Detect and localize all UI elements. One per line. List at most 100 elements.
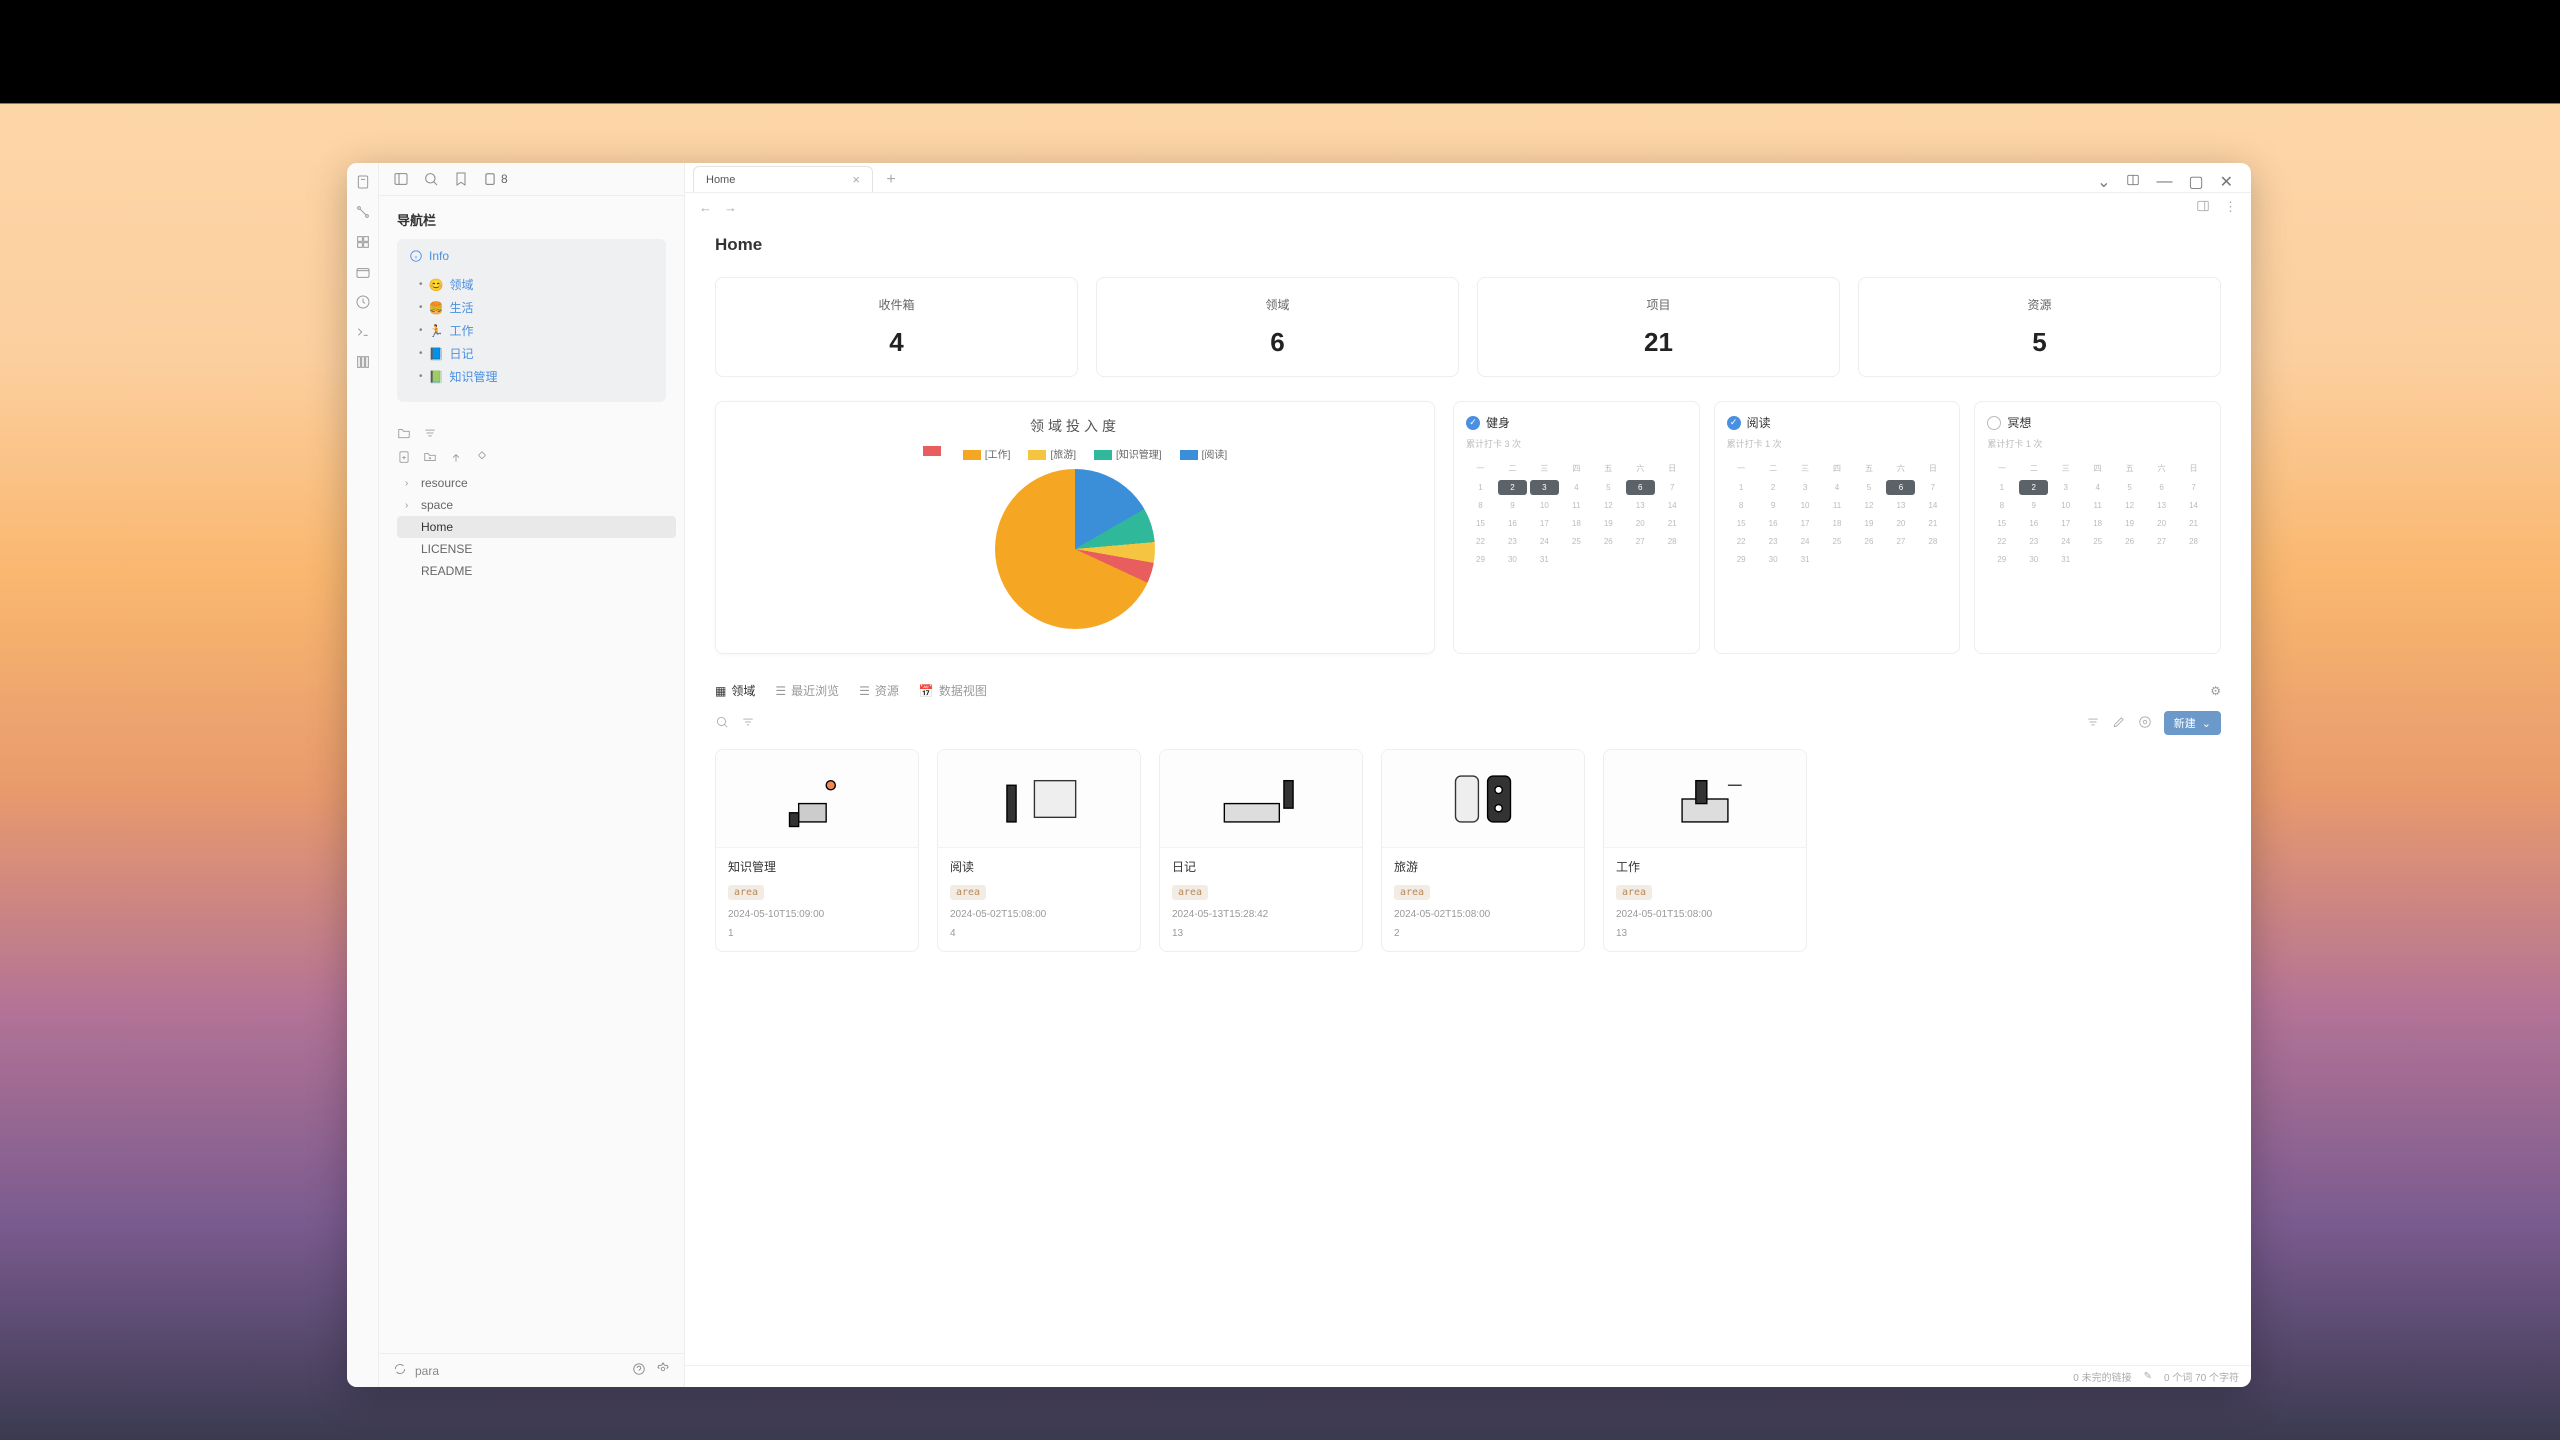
window-maximize-button[interactable]: ▢ (2188, 172, 2203, 192)
nav-item[interactable]: •📘日记 (419, 342, 654, 365)
file-tree: ›resource›spaceHomeLICENSEREADME (379, 472, 684, 582)
legend-item: [知识管理] (1094, 446, 1162, 461)
bookmark-icon[interactable] (453, 171, 469, 187)
view-tab-icon: 📅 (919, 684, 934, 698)
view-settings-icon[interactable]: ⚙ (2210, 684, 2221, 698)
chart-legend: [工作][旅游][知识管理][阅读] (736, 446, 1414, 461)
card-thumb (1382, 750, 1584, 848)
status-edit-icon[interactable]: ✎ (2144, 1371, 2152, 1382)
habit-title: 健身 (1486, 414, 1510, 431)
gallery-edit-icon[interactable] (2112, 715, 2126, 732)
gallery-settings-icon[interactable] (2138, 715, 2152, 732)
nav-item[interactable]: •🏃工作 (419, 319, 654, 342)
nav-forward-icon[interactable]: → (724, 200, 737, 215)
new-file-icon[interactable] (397, 450, 411, 464)
nav-item[interactable]: •🍔生活 (419, 296, 654, 319)
rail-new-doc-icon[interactable] (354, 173, 372, 191)
chevron-down-icon: ⌄ (2202, 717, 2211, 730)
stat-card[interactable]: 项目21 (1477, 277, 1840, 377)
status-links: 0 未完的链接 (2073, 1369, 2131, 1384)
folder-icon[interactable] (397, 426, 411, 440)
outline-icon[interactable] (2196, 199, 2210, 216)
view-tab-icon: ▦ (715, 684, 726, 698)
habit-row: ✓健身累计打卡 3 次一二三四五六日1234567891011121314151… (1453, 401, 2221, 654)
page-title: Home (715, 235, 2221, 255)
card-count: 4 (950, 928, 1128, 939)
nav-title: 导航栏 (397, 210, 666, 229)
nav-item[interactable]: •😊领域 (419, 273, 654, 296)
tab-title: Home (706, 174, 735, 186)
gallery-card[interactable]: 知识管理area2024-05-10T15:09:001 (715, 749, 919, 952)
nav-back-icon[interactable]: ← (699, 200, 712, 215)
file-item[interactable]: README (397, 560, 676, 582)
new-folder-icon[interactable] (423, 450, 437, 464)
folder-item[interactable]: ›resource (397, 472, 676, 494)
chart-card: 领域投入度 [工作][旅游][知识管理][阅读] (715, 401, 1435, 654)
gallery-card[interactable]: 阅读area2024-05-02T15:08:004 (937, 749, 1141, 952)
gallery-filter-icon[interactable] (741, 715, 755, 732)
rail-history-icon[interactable] (354, 293, 372, 311)
collapse-sidebar-icon[interactable] (393, 171, 409, 187)
sort-icon[interactable] (423, 426, 437, 440)
rail-terminal-icon[interactable] (354, 323, 372, 341)
file-actions (379, 446, 684, 472)
habit-card[interactable]: ✓阅读累计打卡 1 次一二三四五六日1234567891011121314151… (1714, 401, 1961, 654)
more-icon[interactable]: ⋮ (2224, 199, 2237, 216)
info-box: Info •😊领域•🍔生活•🏃工作•📘日记•📗知识管理 (397, 239, 666, 402)
card-thumb (1160, 750, 1362, 848)
card-title: 工作 (1616, 858, 1794, 875)
view-tab[interactable]: ▦领域 (715, 682, 755, 699)
view-tab[interactable]: 📅数据视图 (919, 682, 987, 699)
rail-graph-icon[interactable] (354, 203, 372, 221)
locate-icon[interactable] (449, 450, 463, 464)
split-icon[interactable] (2126, 173, 2140, 192)
card-count: 13 (1616, 928, 1794, 939)
stat-card[interactable]: 收件箱4 (715, 277, 1078, 377)
stat-card[interactable]: 资源5 (1858, 277, 2221, 377)
gallery-card[interactable]: 日记area2024-05-13T15:28:4213 (1159, 749, 1363, 952)
window-close-button[interactable]: ✕ (2220, 172, 2233, 192)
stat-value: 21 (1496, 327, 1821, 358)
stat-card[interactable]: 领域6 (1096, 277, 1459, 377)
stat-row: 收件箱4领域6项目21资源5 (715, 277, 2221, 377)
rail-grid-icon[interactable] (354, 233, 372, 251)
doc-count: 8 (483, 172, 508, 186)
stat-value: 5 (1877, 327, 2202, 358)
new-button[interactable]: 新建⌄ (2164, 711, 2221, 735)
gallery-search-icon[interactable] (715, 715, 729, 732)
card-tag: area (1616, 885, 1652, 900)
card-tag: area (950, 885, 986, 900)
card-title: 旅游 (1394, 858, 1572, 875)
card-date: 2024-05-02T15:08:00 (1394, 908, 1572, 922)
tab-home[interactable]: Home × (693, 166, 873, 192)
nav-item[interactable]: •📗知识管理 (419, 365, 654, 388)
window-minimize-button[interactable]: — (2156, 173, 2172, 191)
gallery-card[interactable]: 工作area2024-05-01T15:08:0013 (1603, 749, 1807, 952)
stat-label: 领域 (1115, 296, 1440, 313)
tab-close-icon[interactable]: × (852, 172, 860, 187)
help-icon[interactable] (632, 1362, 646, 1379)
card-tag: area (728, 885, 764, 900)
sync-icon[interactable] (393, 1362, 407, 1379)
habit-title: 阅读 (1747, 414, 1771, 431)
gallery-card[interactable]: 旅游area2024-05-02T15:08:002 (1381, 749, 1585, 952)
view-tab[interactable]: ☰最近浏览 (775, 682, 839, 699)
settings-icon[interactable] (656, 1362, 670, 1379)
collapse-all-icon[interactable] (475, 450, 489, 464)
dropdown-icon[interactable]: ⌄ (2097, 172, 2110, 192)
window-controls: ⌄ — ▢ ✕ (2087, 172, 2243, 192)
gallery: 知识管理area2024-05-10T15:09:001阅读area2024-0… (715, 749, 2221, 952)
tab-add-button[interactable]: + (879, 168, 903, 192)
card-tag: area (1172, 885, 1208, 900)
file-item[interactable]: LICENSE (397, 538, 676, 560)
habit-card[interactable]: ✓健身累计打卡 3 次一二三四五六日1234567891011121314151… (1453, 401, 1700, 654)
folder-item[interactable]: ›space (397, 494, 676, 516)
gallery-sort-icon[interactable] (2086, 715, 2100, 732)
rail-archive-icon[interactable] (354, 263, 372, 281)
rail-library-icon[interactable] (354, 353, 372, 371)
habit-card[interactable]: 冥想累计打卡 1 次一二三四五六日12345678910111213141516… (1974, 401, 2221, 654)
chart-title: 领域投入度 (736, 416, 1414, 436)
file-item[interactable]: Home (397, 516, 676, 538)
view-tab[interactable]: ☰资源 (859, 682, 899, 699)
search-icon[interactable] (423, 171, 439, 187)
